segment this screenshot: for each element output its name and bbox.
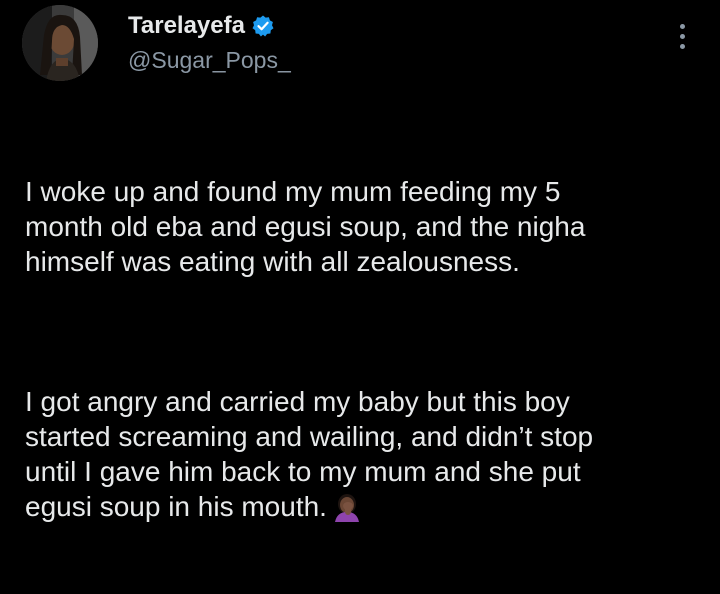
tweet-text: I woke up and found my mum feeding my 5 … <box>25 104 705 594</box>
tweet-paragraph-2: I got angry and carried my baby but this… <box>25 384 705 524</box>
author-handle[interactable]: @Sugar_Pops_ <box>128 45 291 75</box>
tweet-paragraph-1: I woke up and found my mum feeding my 5 … <box>25 176 586 277</box>
display-name[interactable]: Tarelayefa <box>128 10 245 42</box>
dot <box>679 23 685 29</box>
author-name-row: Tarelayefa <box>128 10 275 42</box>
dot <box>679 43 685 49</box>
more-options-icon[interactable] <box>668 16 696 56</box>
tweet-paragraph-2-text: I got angry and carried my baby but this… <box>25 386 594 522</box>
avatar[interactable] <box>22 5 98 81</box>
facepalm-emoji-icon <box>331 490 363 522</box>
verified-badge-icon <box>251 14 275 38</box>
dot <box>679 33 685 39</box>
